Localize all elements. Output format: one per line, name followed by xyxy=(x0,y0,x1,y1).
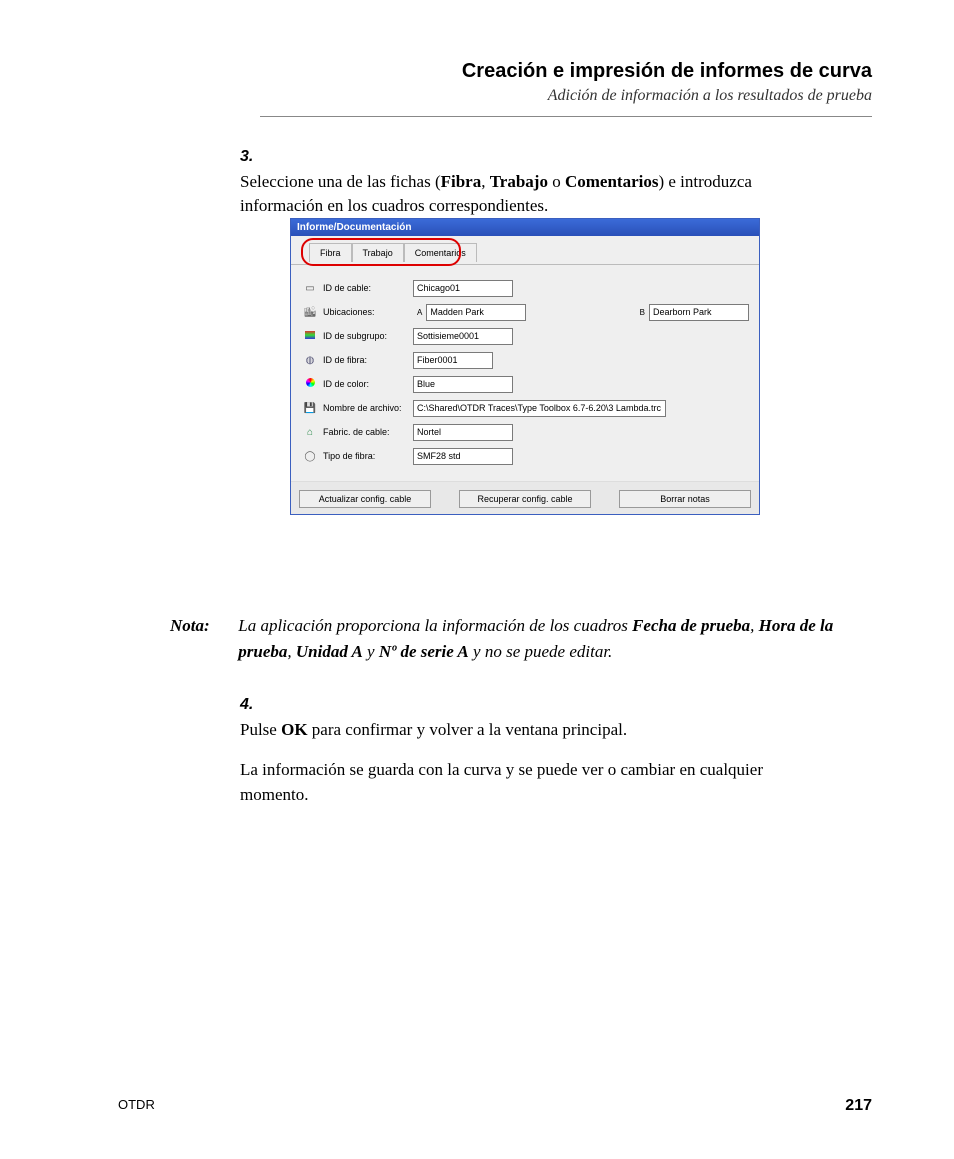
tab-name-comentarios: Comentarios xyxy=(565,172,658,191)
subgroup-icon xyxy=(301,331,319,342)
page-number: 217 xyxy=(845,1097,872,1115)
tab-name-fibra: Fibra xyxy=(441,172,482,191)
label-fiber-type: Tipo de fibra: xyxy=(319,451,413,461)
tab-trabajo[interactable]: Trabajo xyxy=(352,243,404,262)
label-locations: Ubicaciones: xyxy=(319,307,413,317)
cable-icon: ▭ xyxy=(301,283,319,294)
color-icon xyxy=(301,378,319,390)
input-filename[interactable]: C:\Shared\OTDR Traces\Type Toolbox 6.7-6… xyxy=(413,400,666,417)
input-cable-manufacturer[interactable]: Nortel xyxy=(413,424,513,441)
note-block: Nota: La aplicación proporciona la infor… xyxy=(170,613,872,664)
text: , xyxy=(750,616,759,635)
text: y no se puede editar. xyxy=(469,642,613,661)
text: para confirmar y volver a la ventana pri… xyxy=(308,720,628,739)
label-subgroup-id: ID de subgrupo: xyxy=(319,331,413,341)
input-location-a[interactable]: Madden Park xyxy=(426,304,526,321)
text: Pulse xyxy=(240,720,281,739)
step-4: 4. Pulse OK para confirmar y volver a la… xyxy=(240,693,872,808)
locations-icon: 🏙 xyxy=(301,307,319,318)
tab-fibra[interactable]: Fibra xyxy=(309,243,352,262)
field-unit-a: Unidad A xyxy=(296,642,363,661)
tab-name-trabajo: Trabajo xyxy=(490,172,548,191)
window-titlebar: Informe/Documentación xyxy=(291,219,759,236)
fiber-icon: ◍ xyxy=(301,355,319,366)
fiber-type-icon: ◯ xyxy=(301,451,319,462)
text: , xyxy=(481,172,490,191)
text: y xyxy=(363,642,379,661)
input-color-id[interactable]: Blue xyxy=(413,376,513,393)
input-subgroup-id[interactable]: Sottisieme0001 xyxy=(413,328,513,345)
save-icon: 💾 xyxy=(301,403,319,414)
text: Seleccione una de las fichas ( xyxy=(240,172,441,191)
label-loc-a: A xyxy=(413,308,426,317)
note-label: Nota: xyxy=(170,613,234,639)
input-location-b[interactable]: Dearborn Park xyxy=(649,304,749,321)
button-clear-notes[interactable]: Borrar notas xyxy=(619,490,751,508)
header-rule xyxy=(260,116,872,117)
text: , xyxy=(287,642,296,661)
label-cable-id: ID de cable: xyxy=(319,283,413,293)
chapter-title: Creación e impresión de informes de curv… xyxy=(462,60,872,83)
step-3: 3. Seleccione una de las fichas (Fibra, … xyxy=(240,145,872,219)
text: o xyxy=(548,172,565,191)
step-number: 4. xyxy=(240,693,276,716)
step-number: 3. xyxy=(240,145,276,168)
text: La aplicación proporciona la información… xyxy=(238,616,632,635)
ok-label: OK xyxy=(281,720,307,739)
manufacturer-icon: ⌂ xyxy=(301,427,319,438)
label-fiber-id: ID de fibra: xyxy=(319,355,413,365)
text: La información se guarda con la curva y … xyxy=(240,758,832,807)
label-filename: Nombre de archivo: xyxy=(319,403,413,413)
label-color-id: ID de color: xyxy=(319,379,413,389)
field-serial-a: Nº de serie A xyxy=(379,642,469,661)
tab-strip: FibraTrabajoComentarios xyxy=(291,236,759,264)
button-update-cable-config[interactable]: Actualizar config. cable xyxy=(299,490,431,508)
label-loc-b: B xyxy=(636,308,649,317)
input-fiber-id[interactable]: Fiber0001 xyxy=(413,352,493,369)
section-subtitle: Adición de información a los resultados … xyxy=(462,87,872,105)
input-fiber-type[interactable]: SMF28 std xyxy=(413,448,513,465)
input-cable-id[interactable]: Chicago01 xyxy=(413,280,513,297)
field-test-date: Fecha de prueba xyxy=(632,616,750,635)
tab-comentarios[interactable]: Comentarios xyxy=(404,243,477,262)
footer-product: OTDR xyxy=(118,1097,155,1115)
button-recover-cable-config[interactable]: Recuperar config. cable xyxy=(459,490,591,508)
screenshot-window: Informe/Documentación FibraTrabajoComent… xyxy=(290,218,760,515)
label-cable-manufacturer: Fabric. de cable: xyxy=(319,427,413,437)
